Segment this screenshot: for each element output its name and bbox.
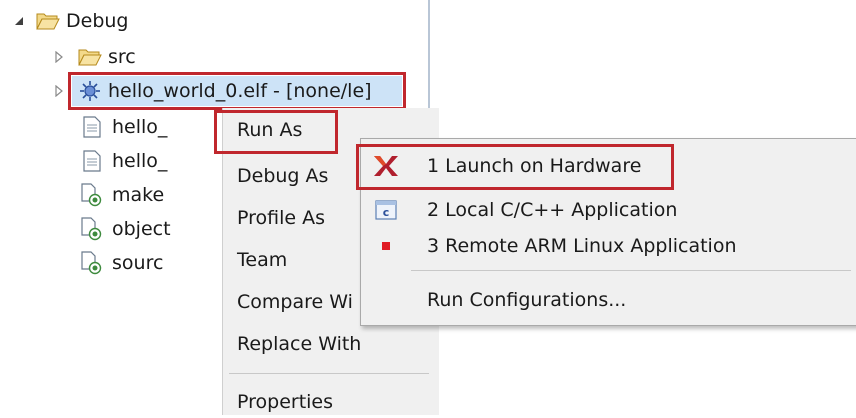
submenu-item-run-configurations[interactable]: Run Configurations... xyxy=(361,283,856,317)
tree-item-file[interactable]: hello_ xyxy=(80,112,167,142)
tree-item-label: hello_ xyxy=(112,116,168,138)
tree-item-makefile[interactable]: sourc xyxy=(80,248,163,278)
expand-arrow-icon[interactable] xyxy=(12,14,26,28)
run-as-submenu: 1 Launch on Hardware c 2 Local C/C++ App… xyxy=(360,138,856,326)
tree-item-label: sourc xyxy=(112,252,164,274)
tree-item-debug[interactable]: Debug xyxy=(12,6,128,36)
menu-item-label: Debug As xyxy=(237,165,329,187)
svg-text:c: c xyxy=(383,206,390,219)
menu-item-label: Profile As xyxy=(237,207,326,229)
menu-item-label: Properties xyxy=(237,391,334,413)
tree-item-label: Debug xyxy=(66,10,129,32)
c-application-icon: c xyxy=(371,195,401,225)
menu-item-profile-as[interactable]: Profile As xyxy=(237,202,325,234)
menu-item-debug-as[interactable]: Debug As xyxy=(237,160,328,192)
xilinx-logo-icon xyxy=(371,151,401,181)
tree-item-makefile[interactable]: make xyxy=(80,180,164,210)
file-icon xyxy=(80,115,104,139)
menu-separator xyxy=(229,373,429,374)
tree-item-src[interactable]: src xyxy=(52,42,136,72)
submenu-item-label: 2 Local C/C++ Application xyxy=(427,199,678,221)
tree-item-file[interactable]: hello_ xyxy=(80,146,167,176)
folder-open-icon xyxy=(36,9,60,33)
tree-item-label: make xyxy=(112,184,165,206)
menu-item-team[interactable]: Team xyxy=(237,244,287,276)
red-square-icon xyxy=(371,231,401,261)
tree-item-elf[interactable]: hello_world_0.elf - [none/le] xyxy=(52,76,372,106)
tree-item-label: hello_world_0.elf - [none/le] xyxy=(108,80,372,102)
submenu-item-label: Run Configurations... xyxy=(427,289,627,311)
menu-item-label: Compare Wi xyxy=(237,291,353,313)
folder-icon xyxy=(78,45,102,69)
collapse-arrow-icon[interactable] xyxy=(52,84,66,98)
tree-item-label: src xyxy=(108,46,136,68)
menu-item-compare-with[interactable]: Compare Wi xyxy=(237,286,353,318)
submenu-item-label: 3 Remote ARM Linux Application xyxy=(427,235,737,257)
submenu-item-local-cpp-application[interactable]: c 2 Local C/C++ Application xyxy=(361,193,856,227)
menu-item-replace-with[interactable]: Replace With xyxy=(237,328,361,360)
tree-item-makefile[interactable]: object xyxy=(80,214,171,244)
collapse-arrow-icon[interactable] xyxy=(52,50,66,64)
submenu-item-launch-on-hardware[interactable]: 1 Launch on Hardware xyxy=(361,149,856,183)
makefile-icon xyxy=(80,251,104,275)
menu-item-label: Replace With xyxy=(237,333,362,355)
menu-item-label: Run As xyxy=(237,119,303,141)
submenu-item-remote-arm-linux[interactable]: 3 Remote ARM Linux Application xyxy=(361,229,856,263)
submenu-item-label: 1 Launch on Hardware xyxy=(427,155,642,177)
binary-bug-icon xyxy=(78,79,102,103)
menu-item-label: Team xyxy=(237,249,288,271)
menu-item-properties[interactable]: Properties xyxy=(237,386,333,418)
tree-item-label: object xyxy=(112,218,171,240)
menu-item-run-as[interactable]: Run As xyxy=(237,114,302,146)
menu-separator xyxy=(411,270,851,271)
makefile-icon xyxy=(80,183,104,207)
file-icon xyxy=(80,149,104,173)
makefile-icon xyxy=(80,217,104,241)
tree-item-label: hello_ xyxy=(112,150,168,172)
pane-divider[interactable] xyxy=(428,0,430,108)
